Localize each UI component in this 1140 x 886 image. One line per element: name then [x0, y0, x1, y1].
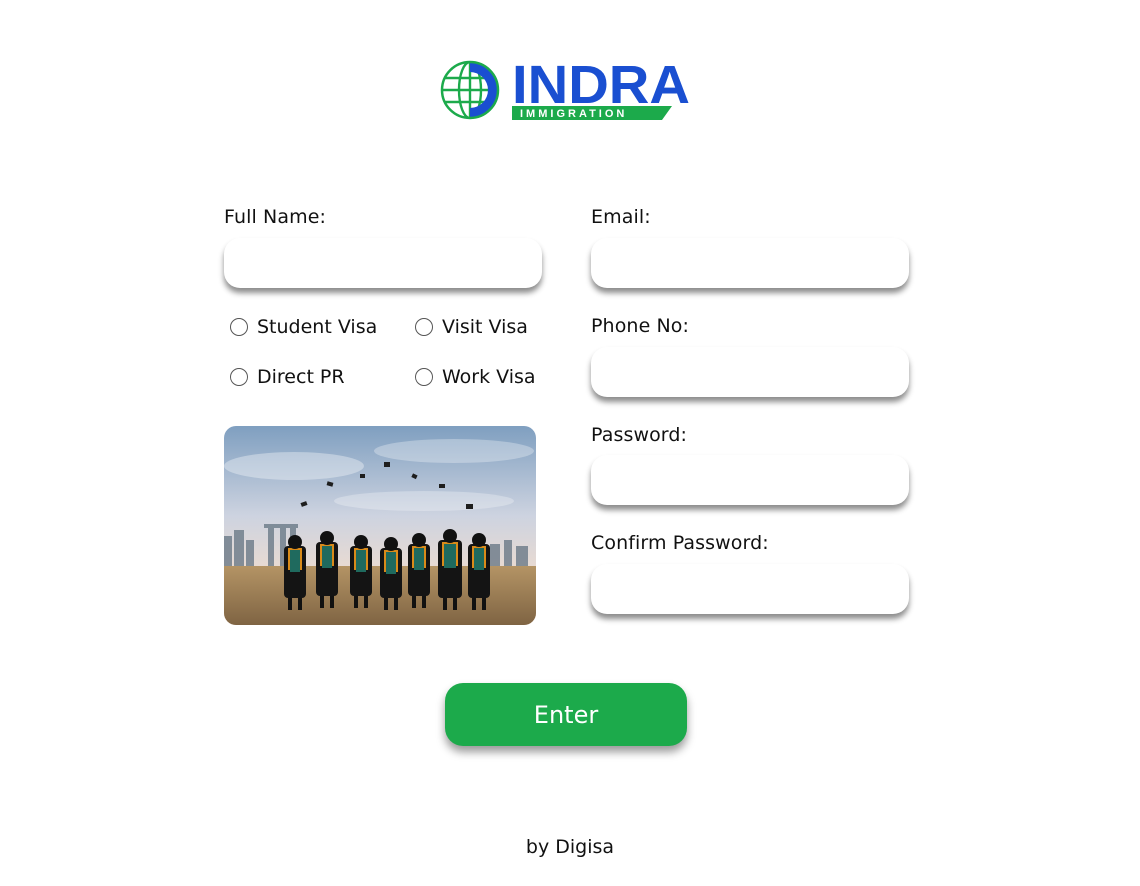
radio-label-direct-pr: Direct PR [257, 366, 345, 388]
full-name-label: Full Name: [224, 206, 326, 228]
radio-label-visit-visa: Visit Visa [442, 316, 528, 338]
email-input[interactable] [591, 238, 909, 288]
graduates-photo [224, 426, 536, 625]
footer-credit: by Digisa [525, 836, 615, 858]
full-name-input[interactable] [224, 238, 542, 288]
radio-button-icon[interactable] [415, 368, 433, 386]
radio-label-student-visa: Student Visa [257, 316, 378, 338]
password-label: Password: [591, 424, 688, 446]
radio-student-visa[interactable]: Student Visa [230, 316, 377, 338]
radio-direct-pr[interactable]: Direct PR [230, 366, 345, 388]
radio-button-icon[interactable] [230, 318, 248, 336]
enter-button[interactable]: Enter [445, 683, 687, 746]
radio-visit-visa[interactable]: Visit Visa [415, 316, 528, 338]
email-label: Email: [591, 206, 651, 228]
globe-logo-icon: INDRA IMMIGRATION [440, 55, 690, 120]
password-input[interactable] [591, 455, 909, 505]
phone-label: Phone No: [591, 315, 690, 337]
confirm-password-label: Confirm Password: [591, 532, 769, 554]
phone-input[interactable] [591, 347, 909, 397]
indra-immigration-logo: INDRA IMMIGRATION [440, 55, 692, 124]
radio-work-visa[interactable]: Work Visa [415, 366, 536, 388]
radio-button-icon[interactable] [230, 368, 248, 386]
confirm-password-input[interactable] [591, 564, 909, 614]
radio-button-icon[interactable] [415, 318, 433, 336]
logo-tagline-text: IMMIGRATION [520, 108, 627, 120]
radio-label-work-visa: Work Visa [442, 366, 536, 388]
